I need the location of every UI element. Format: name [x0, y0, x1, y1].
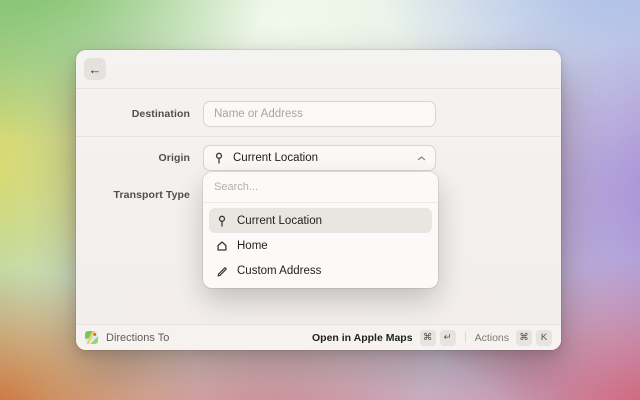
command-key[interactable]: ⌘ [420, 330, 436, 346]
destination-input[interactable] [203, 101, 436, 127]
pin-icon [216, 215, 228, 227]
actions-menu-label[interactable]: Actions [475, 332, 509, 344]
window-footer: Directions To Open in Apple Maps ⌘ ↵ Act… [76, 324, 561, 350]
return-key[interactable]: ↵ [440, 330, 456, 346]
dropdown-option-home[interactable]: Home [209, 233, 432, 258]
origin-select-value: Current Location [233, 152, 318, 164]
header-divider [76, 88, 561, 89]
destination-label: Destination [76, 101, 190, 127]
origin-label: Origin [76, 145, 190, 171]
raycast-window: ← Destination Origin Current Location Tr… [76, 50, 561, 350]
back-arrow-icon: ← [89, 62, 102, 77]
origin-dropdown: Current Location Home Custom Address [203, 172, 438, 288]
primary-action-label[interactable]: Open in Apple Maps [312, 332, 413, 344]
transport-type-label: Transport Type [76, 182, 190, 208]
dropdown-option-custom-address[interactable]: Custom Address [209, 258, 432, 283]
apple-maps-icon [85, 331, 98, 344]
footer-actions: Open in Apple Maps ⌘ ↵ Actions ⌘ K [312, 330, 552, 346]
chevron-up-icon [417, 155, 426, 162]
back-button[interactable]: ← [84, 58, 106, 80]
dropdown-search-input[interactable] [203, 172, 438, 202]
footer-separator [465, 332, 466, 343]
command-key[interactable]: ⌘ [516, 330, 532, 346]
row-divider [76, 136, 561, 137]
home-icon [216, 240, 228, 252]
dropdown-option-list: Current Location Home Custom Address [203, 203, 438, 288]
origin-select[interactable]: Current Location [203, 145, 436, 171]
pin-icon [213, 152, 225, 164]
option-label: Home [237, 240, 268, 252]
option-label: Custom Address [237, 265, 321, 277]
pencil-icon [216, 265, 228, 277]
desktop-background: ← Destination Origin Current Location Tr… [0, 0, 640, 400]
k-key[interactable]: K [536, 330, 552, 346]
dropdown-option-current-location[interactable]: Current Location [209, 208, 432, 233]
option-label: Current Location [237, 215, 322, 227]
footer-app-name: Directions To [106, 332, 169, 344]
